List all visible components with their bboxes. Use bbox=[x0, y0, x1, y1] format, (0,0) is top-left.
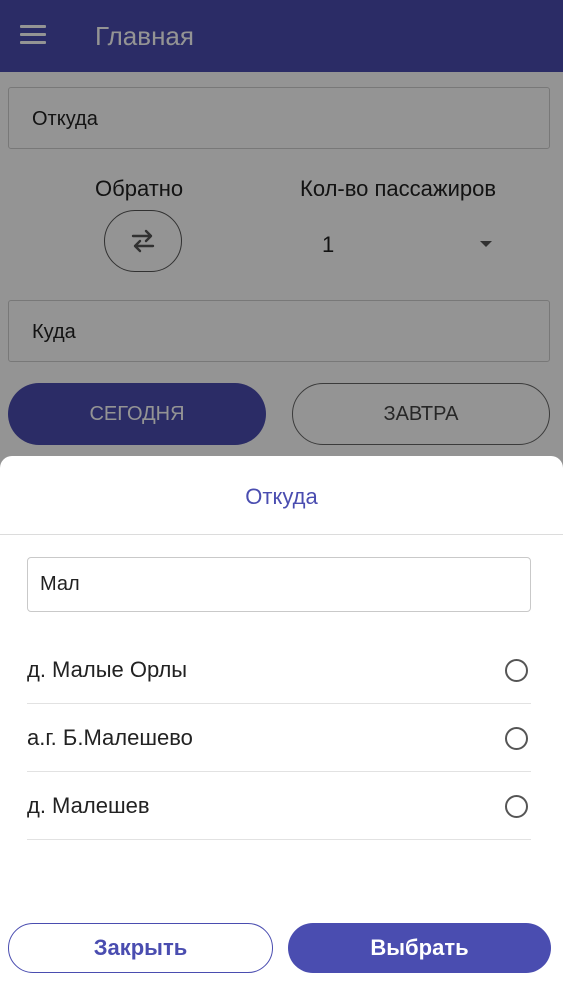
list-item[interactable]: а.г. Б.Малешево bbox=[27, 704, 531, 772]
radio-button[interactable] bbox=[505, 795, 528, 818]
list-item[interactable]: д. Малые Орлы bbox=[27, 636, 531, 704]
list-item-label: а.г. Б.Малешево bbox=[27, 724, 193, 750]
close-button[interactable]: Закрыть bbox=[8, 923, 273, 973]
list-item[interactable]: д. Малешев bbox=[27, 772, 531, 840]
select-button[interactable]: Выбрать bbox=[288, 923, 551, 973]
from-picker-sheet: Откуда д. Малые Орлы а.г. Б.Малешево д. … bbox=[0, 456, 563, 1000]
radio-button[interactable] bbox=[505, 727, 528, 750]
list-item-label: д. Малые Орлы bbox=[27, 656, 188, 682]
sheet-divider bbox=[0, 534, 563, 535]
list-item-label: д. Малешев bbox=[27, 792, 150, 818]
search-input[interactable] bbox=[27, 557, 531, 612]
location-list: д. Малые Орлы а.г. Б.Малешево д. Малешев bbox=[27, 636, 531, 840]
radio-button[interactable] bbox=[505, 659, 528, 682]
sheet-title: Откуда bbox=[245, 484, 318, 509]
